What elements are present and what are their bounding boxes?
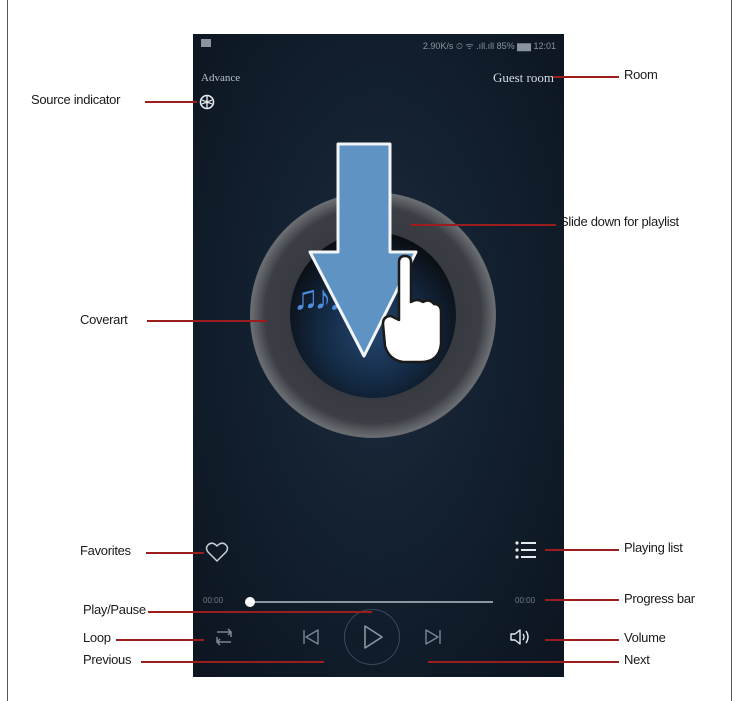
leader-playing-list [545,549,619,551]
label-coverart: Coverart [80,312,128,327]
play-pause-button[interactable] [344,609,400,665]
label-slide-down: Slide down for playlist [560,214,679,229]
next-icon[interactable] [423,627,443,647]
label-volume: Volume [624,630,666,645]
hand-pointer-icon [381,254,443,364]
elapsed-time: 00:00 [203,596,224,605]
phone-screen: 2.90K/s ⏲ ᯤ .ıll.ıll 85% ▆▆ 12:01 Advanc… [193,34,564,677]
leader-room [553,76,619,78]
label-next: Next [624,652,650,667]
leader-favorites [146,552,204,554]
leader-coverart [147,320,267,322]
room-name[interactable]: Guest room [493,70,554,86]
label-favorites: Favorites [80,543,131,558]
loop-icon[interactable] [213,628,235,646]
label-play-pause: Play/Pause [83,602,146,617]
heart-icon[interactable] [205,541,229,563]
play-icon [363,624,383,649]
total-time: 00:00 [515,596,536,605]
progress-bar[interactable] [245,597,493,607]
playlist-icon[interactable] [515,541,537,559]
frame-left-border [7,0,8,701]
label-playing-list: Playing list [624,540,683,555]
label-previous: Previous [83,652,132,667]
frame-right-border [731,0,732,701]
leader-volume [545,639,619,641]
leader-source-indicator [145,101,197,103]
volume-icon[interactable] [509,628,533,646]
source-label: Advance [201,72,241,84]
label-room: Room [624,67,658,82]
previous-icon[interactable] [301,627,321,647]
status-bar: 2.90K/s ⏲ ᯤ .ıll.ıll 85% ▆▆ 12:01 [193,34,564,56]
leader-progress-bar [545,599,619,601]
label-progress-bar: Progress bar [624,591,695,606]
label-source-indicator: Source indicator [31,92,121,107]
leader-next [428,661,619,663]
leader-previous [141,661,324,663]
leader-play-pause [148,611,372,613]
progress-knob[interactable] [245,597,255,607]
leader-slide-down [410,224,556,226]
image-notification-icon [201,39,211,47]
source-icon[interactable] [199,94,215,110]
label-loop: Loop [83,630,111,645]
status-bar-text: 2.90K/s ⏲ ᯤ .ıll.ıll 85% ▆▆ 12:01 [422,41,556,51]
leader-loop [116,639,204,641]
